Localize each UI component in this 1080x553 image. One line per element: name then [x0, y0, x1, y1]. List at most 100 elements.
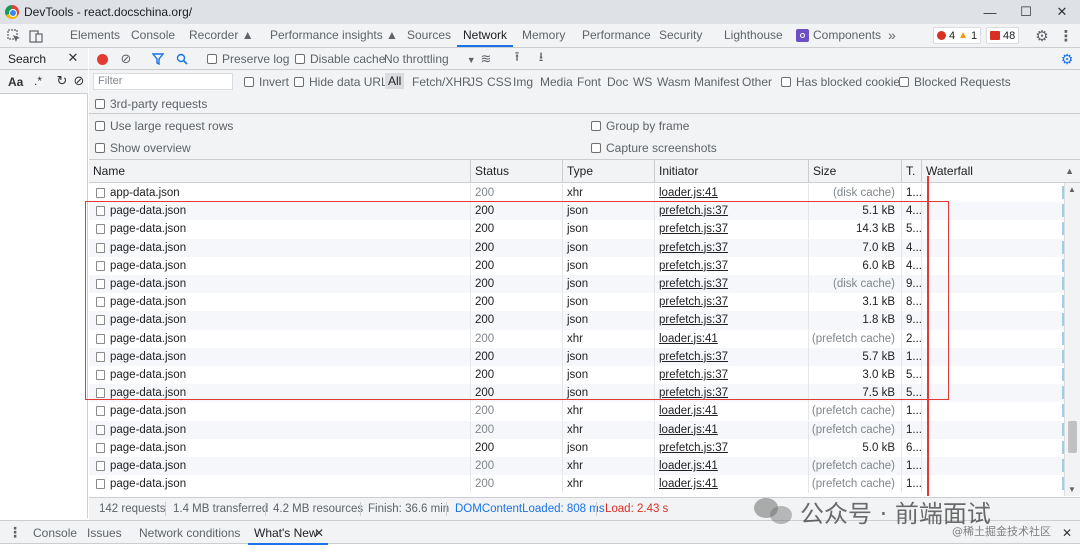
capture-screenshots-checkbox[interactable]: Capture screenshots: [591, 141, 717, 155]
filter-type-ws[interactable]: WS: [633, 75, 652, 89]
cell-size: (prefetch cache): [809, 402, 902, 421]
size-value: (prefetch cache): [811, 423, 895, 436]
watermark: 公众号 · 前端面试 @稀土掘金技术社区: [752, 490, 1080, 540]
has-blocked-cookies-checkbox[interactable]: Has blocked cookies: [781, 75, 906, 89]
tab-lighthouse[interactable]: Lighthouse: [724, 24, 783, 47]
error-icon: [937, 31, 946, 40]
refresh-icon[interactable]: ↻: [55, 73, 69, 88]
issues-counter[interactable]: 48: [986, 27, 1020, 44]
close-whats-new-icon[interactable]: ✕: [314, 526, 324, 540]
filter-type-font[interactable]: Font: [577, 75, 601, 89]
table-scrollbar[interactable]: ▲ ▼: [1064, 183, 1080, 496]
more-options-icon[interactable]: ⋮: [1058, 28, 1074, 45]
tab-performance[interactable]: Performance: [582, 24, 651, 47]
has-blocked-cookies-label: Has blocked cookies: [796, 75, 907, 89]
throttling-select[interactable]: No throttling ▼: [384, 52, 476, 66]
close-search-icon[interactable]: ✕: [66, 50, 80, 65]
drawer-tab-network-conditions[interactable]: Network conditions: [139, 526, 240, 540]
name-value: page-data.json: [110, 478, 187, 491]
scroll-up-icon[interactable]: ▲: [1068, 185, 1076, 194]
column-header-name[interactable]: Name: [89, 160, 471, 183]
table-row[interactable]: page-data.json 200 xhr loader.js:41 (prefetc…: [89, 402, 1064, 421]
show-overview-checkbox[interactable]: Show overview: [95, 141, 191, 155]
table-row[interactable]: page-data.json 200 xhr loader.js:41 (prefetc…: [89, 420, 1064, 439]
column-header-status[interactable]: Status: [471, 160, 563, 183]
tab-console[interactable]: Console: [131, 24, 175, 47]
tab-security[interactable]: Security: [659, 24, 702, 47]
regex-toggle[interactable]: .*: [34, 74, 42, 88]
table-row[interactable]: page-data.json 200 xhr loader.js:41 (prefetc…: [89, 457, 1064, 476]
preserve-log-checkbox[interactable]: Preserve log: [207, 52, 289, 66]
drawer-menu-icon[interactable]: ⋮: [8, 524, 22, 540]
filter-icon[interactable]: [151, 52, 165, 66]
column-header-size[interactable]: Size: [809, 160, 902, 183]
column-header-waterfall[interactable]: Waterfall ▲: [922, 160, 1080, 183]
column-header-initiator[interactable]: Initiator: [655, 160, 809, 183]
network-conditions-wifi-icon[interactable]: ≋: [478, 51, 494, 67]
tab-performance-insights[interactable]: Performance insights ▲: [270, 24, 398, 47]
close-window-button[interactable]: ✕: [1044, 0, 1080, 24]
tab-memory[interactable]: Memory: [522, 24, 565, 47]
record-button[interactable]: [95, 52, 109, 66]
large-rows-checkbox[interactable]: Use large request rows: [95, 119, 233, 133]
network-settings-gear-icon[interactable]: ⚙: [1059, 51, 1075, 67]
drawer-tab-whats-new[interactable]: What's New: [254, 526, 318, 540]
settings-gear-icon[interactable]: ⚙: [1034, 28, 1050, 45]
cell-initiator[interactable]: loader.js:41: [655, 420, 809, 439]
type-value: xhr: [567, 187, 583, 199]
export-har-icon[interactable]: ⭳: [533, 49, 549, 67]
cell-initiator[interactable]: loader.js:41: [655, 402, 809, 421]
tab-recorder[interactable]: Recorder ▲: [189, 24, 254, 47]
device-toolbar-icon[interactable]: [28, 28, 44, 44]
import-har-icon[interactable]: ⭱: [509, 49, 525, 67]
invert-checkbox[interactable]: Invert: [244, 75, 289, 89]
clear-icon[interactable]: ⊘: [72, 73, 86, 88]
column-header-time[interactable]: T.: [902, 160, 922, 183]
tab-elements[interactable]: Elements: [70, 24, 120, 47]
filter-type-fetch-xhr[interactable]: Fetch/XHR: [412, 75, 471, 89]
filter-input[interactable]: Filter: [93, 73, 233, 90]
hide-data-urls-checkbox[interactable]: Hide data URLs: [294, 75, 394, 89]
tab-network[interactable]: Network: [457, 24, 514, 47]
filter-type-js[interactable]: JS: [469, 75, 483, 89]
cell-status: 200: [471, 420, 563, 439]
group-by-frame-checkbox[interactable]: Group by frame: [591, 119, 689, 133]
column-header-type[interactable]: Type: [563, 160, 655, 183]
filter-type-css[interactable]: CSS: [487, 75, 512, 89]
react-components-icon: [796, 29, 809, 42]
blocked-requests-checkbox[interactable]: Blocked Requests: [899, 75, 1011, 89]
match-case-toggle[interactable]: Aa: [8, 75, 23, 89]
type-value: xhr: [567, 405, 583, 418]
third-party-checkbox[interactable]: 3rd-party requests: [95, 97, 207, 111]
inspect-element-icon[interactable]: [6, 28, 22, 44]
search-panel-header: Search ✕: [0, 48, 88, 70]
filter-type-media[interactable]: Media: [540, 75, 573, 89]
initiator-value: loader.js:41: [659, 478, 718, 491]
maximize-button[interactable]: ☐: [1008, 0, 1044, 24]
tab-components[interactable]: Components: [813, 24, 881, 47]
tab-sources[interactable]: Sources: [407, 24, 451, 47]
table-row[interactable]: app-data.json 200 xhr loader.js:41 (disk cac…: [89, 184, 1064, 202]
filter-type-manifest[interactable]: Manifest: [694, 75, 739, 89]
error-warning-counter[interactable]: 4 ▲ 1: [933, 27, 982, 44]
drawer-tab-console[interactable]: Console: [33, 526, 77, 540]
filter-type-wasm[interactable]: Wasm: [657, 75, 691, 89]
name-value: app-data.json: [110, 187, 180, 199]
drawer-tab-issues[interactable]: Issues: [87, 526, 122, 540]
minimize-button[interactable]: —: [972, 0, 1008, 24]
filter-type-img[interactable]: Img: [513, 75, 533, 89]
hide-data-urls-label: Hide data URLs: [309, 75, 394, 89]
cell-initiator[interactable]: prefetch.js:37: [655, 438, 809, 457]
cell-initiator[interactable]: loader.js:41: [655, 457, 809, 475]
search-icon[interactable]: [175, 52, 189, 66]
cell-initiator[interactable]: loader.js:41: [655, 184, 809, 202]
filter-type-doc[interactable]: Doc: [607, 75, 628, 89]
filter-type-other[interactable]: Other: [742, 75, 772, 89]
filter-type-all[interactable]: All: [385, 73, 405, 89]
time-value: 6...: [906, 441, 922, 454]
clear-log-icon[interactable]: ⊘: [119, 51, 133, 66]
disable-cache-checkbox[interactable]: Disable cache: [295, 52, 385, 66]
table-row[interactable]: page-data.json 200 json prefetch.js:37 5.0 k…: [89, 438, 1064, 457]
more-tabs-button[interactable]: »: [888, 24, 896, 47]
scrollbar-thumb[interactable]: [1068, 421, 1077, 453]
